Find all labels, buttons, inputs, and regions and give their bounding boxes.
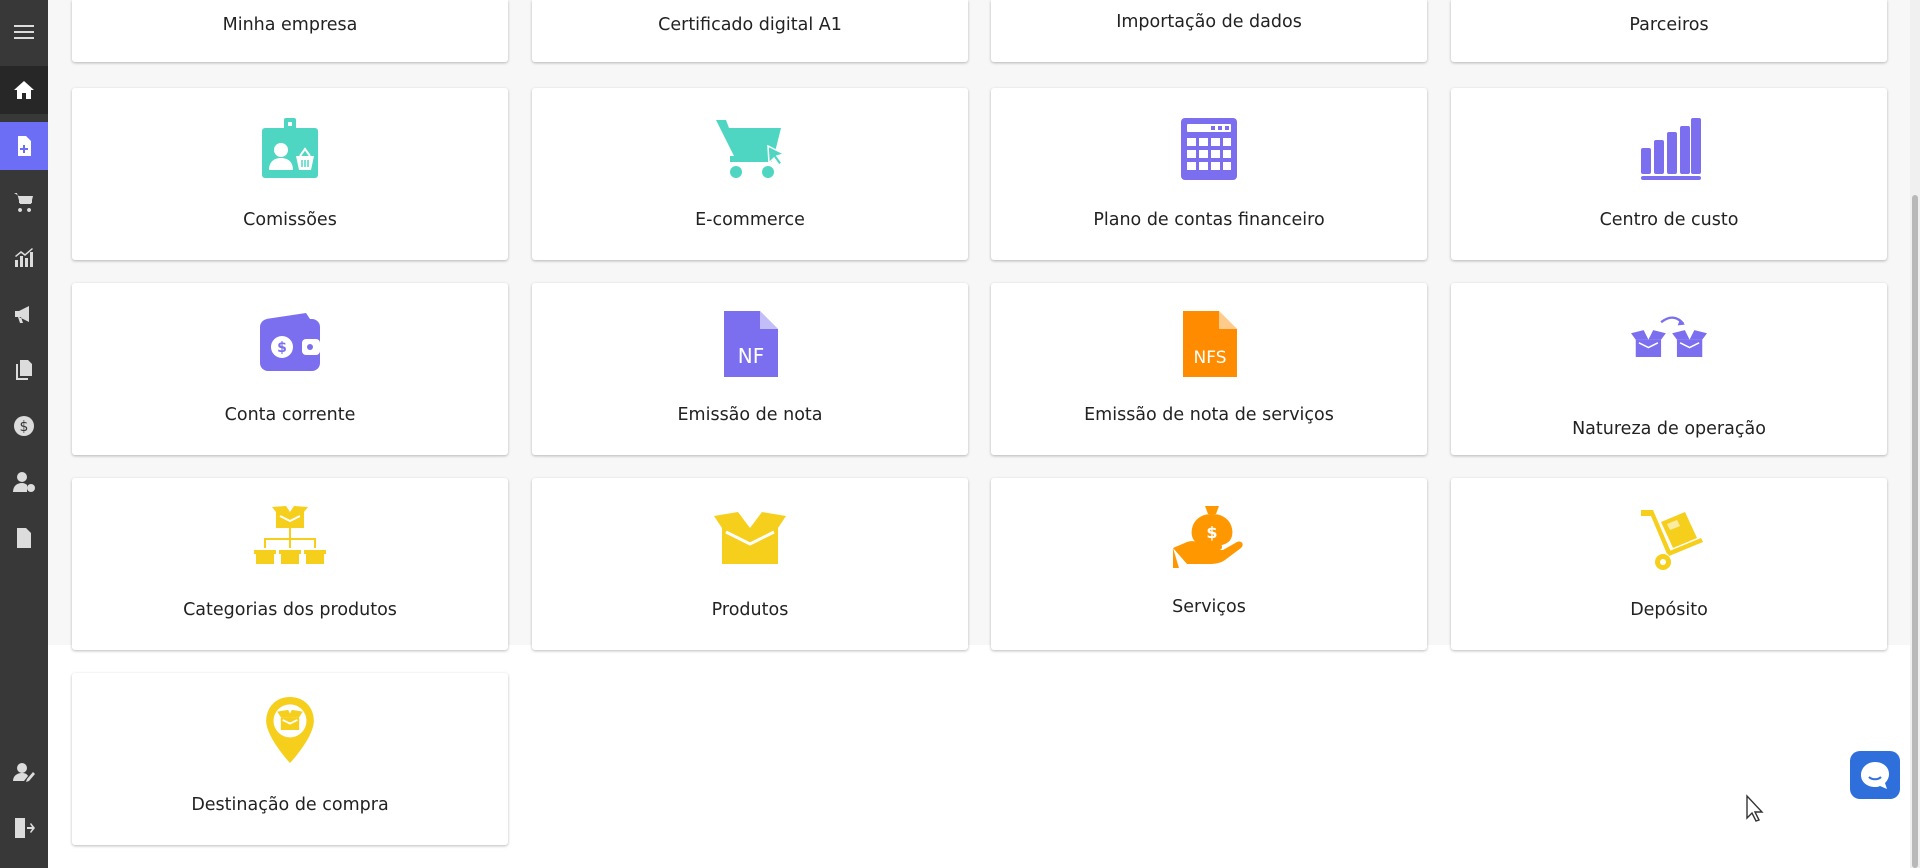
card-centro-custo[interactable]: Centro de custo [1451,88,1887,260]
nf-badge-text: NF [738,344,764,368]
card-label: Importação de dados [1116,12,1302,32]
sidebar-item-marketing[interactable] [0,290,48,338]
card-categorias-produtos[interactable]: Categorias dos produtos [72,478,508,650]
card-label: Categorias dos produtos [183,600,397,620]
card-label: Natureza de operação [1572,419,1766,439]
card-servicos[interactable]: $ Serviços [991,478,1427,650]
card-label: Conta corrente [224,405,356,425]
mouse-cursor-icon [1746,794,1764,822]
user-settings-icon [13,472,35,492]
dollar-icon: $ [14,416,34,436]
sidebar-item-usuarios[interactable] [0,458,48,506]
card-certificado-digital[interactable]: Certificado digital A1 [532,0,968,62]
sidebar-item-documentos[interactable] [0,346,48,394]
card-emissao-nota[interactable]: NF Emissão de nota [532,283,968,455]
card-emissao-nota-servicos[interactable]: NFS Emissão de nota de serviços [991,283,1427,455]
chat-bubble-icon [1861,762,1889,789]
nf-document-icon: NF [532,311,968,377]
card-label: Parceiros [1629,15,1709,35]
card-label: Plano de contas financeiro [1093,210,1325,230]
card-label: Minha empresa [222,15,358,35]
support-user-icon [13,763,35,782]
nfs-badge-text: NFS [1194,348,1227,368]
chat-button[interactable] [1850,751,1900,799]
sidebar-item-vendas[interactable] [0,178,48,226]
card-comissoes[interactable]: Comissões [72,88,508,260]
shopping-cart-icon [532,116,968,182]
sidebar-item-cadastros[interactable] [0,122,48,170]
chart-icon [15,248,33,267]
card-label: Certificado digital A1 [658,15,842,35]
svg-text:$: $ [1206,523,1217,542]
wallet-icon: $ [72,311,508,377]
svg-text:$: $ [20,419,29,435]
nfs-document-icon: NFS [991,311,1427,377]
hand-truck-icon [1451,506,1887,572]
sidebar-item-suporte[interactable] [0,748,48,796]
location-box-icon [72,697,508,763]
svg-text:$: $ [277,340,287,356]
card-label: E-commerce [695,210,805,230]
card-label: Emissão de nota de serviços [1084,405,1334,425]
vertical-scrollbar[interactable] [1910,0,1920,868]
card-natureza-operacao[interactable]: Natureza de operação [1451,283,1887,455]
card-plano-contas[interactable]: Plano de contas financeiro [991,88,1427,260]
card-label: Comissões [243,210,337,230]
scrollbar-thumb[interactable] [1912,195,1918,868]
cart-icon [14,193,33,212]
card-destinacao-compra[interactable]: Destinação de compra [72,673,508,845]
card-label: Centro de custo [1599,210,1739,230]
main-content: Minha empresa Certificado digital A1 Imp… [48,0,1910,868]
box-hierarchy-icon [72,506,508,572]
document-add-icon [18,136,31,156]
documents-icon [16,360,32,380]
sidebar-item-sair[interactable] [0,804,48,852]
open-box-icon [532,506,968,572]
card-label: Serviços [1172,597,1246,617]
card-label: Produtos [711,600,789,620]
card-conta-corrente[interactable]: $ Conta corrente [72,283,508,455]
money-bag-hand-icon: $ [991,504,1427,570]
card-importacao-dados[interactable]: Importação de dados [991,0,1427,62]
card-produtos[interactable]: Produtos [532,478,968,650]
calculator-icon [991,116,1427,182]
card-parceiros[interactable]: Parceiros [1451,0,1887,62]
home-icon [14,81,34,99]
sidebar-item-financeiro[interactable]: $ [0,402,48,450]
card-label: Destinação de compra [191,795,389,815]
commission-badge-icon [72,116,508,182]
card-ecommerce[interactable]: E-commerce [532,88,968,260]
sidebar-item-relatorios[interactable] [0,234,48,282]
file-icon [17,528,31,548]
boxes-transfer-icon [1451,309,1887,375]
sidebar-item-home[interactable] [0,66,48,114]
menu-icon [14,25,34,39]
card-deposito[interactable]: Depósito [1451,478,1887,650]
card-minha-empresa[interactable]: Minha empresa [72,0,508,62]
menu-button[interactable] [0,8,48,56]
bar-chart-icon [1451,116,1887,182]
card-label: Depósito [1630,600,1708,620]
sidebar-item-arquivos[interactable] [0,514,48,562]
card-label: Emissão de nota [677,405,823,425]
megaphone-icon [15,306,29,323]
sidebar: $ [0,0,48,868]
logout-icon [15,818,35,838]
